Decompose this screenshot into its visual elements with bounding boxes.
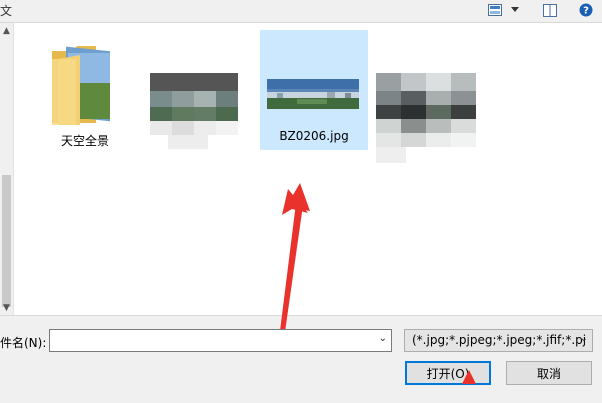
window-footer <box>0 396 602 403</box>
filename-label: 件名(N): <box>0 336 47 350</box>
chevron-down-icon[interactable]: ⌄ <box>379 333 387 344</box>
blurred-thumbnail-icon <box>376 73 476 163</box>
annotation-arrowhead-icon <box>462 370 476 384</box>
toolbar-cut-label: 文 <box>0 4 13 18</box>
scroll-up-icon[interactable]: ▲ <box>3 26 10 36</box>
cancel-button-label: 取消 <box>536 366 561 381</box>
help-icon[interactable]: ? <box>578 2 594 18</box>
open-button[interactable]: 打开(O) <box>405 361 491 385</box>
scrollbar-thumb[interactable] <box>2 175 11 307</box>
folder-icon <box>52 46 110 125</box>
list-item-blurred-image[interactable] <box>148 73 240 153</box>
file-type-select[interactable]: (*.jpg;*.pjpeg;*.jpeg;*.jfif;*.pj ⌄ <box>404 329 593 352</box>
list-item-label: 天空全景 <box>60 134 109 148</box>
list-item-folder[interactable]: 天空全景 <box>44 37 126 149</box>
svg-text:?: ? <box>583 6 589 17</box>
view-options-icon[interactable] <box>486 2 504 18</box>
filename-input[interactable] <box>53 331 377 352</box>
scroll-down-icon[interactable]: ▼ <box>3 303 10 313</box>
filename-field[interactable]: ⌄ <box>49 329 392 352</box>
blurred-thumbnail-icon <box>150 73 238 149</box>
vertical-scrollbar[interactable]: ▲ ▼ <box>0 23 14 315</box>
chevron-down-icon[interactable] <box>509 2 521 18</box>
toolbar: 文 ? <box>0 0 602 22</box>
panorama-thumbnail-icon <box>267 79 359 109</box>
list-item-label: BZ0206.jpg <box>279 129 349 143</box>
cancel-button[interactable]: 取消 <box>506 361 592 385</box>
file-list-pane[interactable]: ▲ ▼ 天空全景 BZ0206.jpg <box>0 22 602 332</box>
chevron-down-icon[interactable]: ⌄ <box>580 333 588 344</box>
preview-pane-icon[interactable] <box>542 2 558 18</box>
file-type-value: (*.jpg;*.pjpeg;*.jpeg;*.jfif;*.pj <box>412 333 587 347</box>
annotation-arrow-icon <box>280 183 310 332</box>
list-item-blurred-image[interactable] <box>374 73 480 165</box>
list-item-selected-image[interactable]: BZ0206.jpg <box>260 30 368 150</box>
